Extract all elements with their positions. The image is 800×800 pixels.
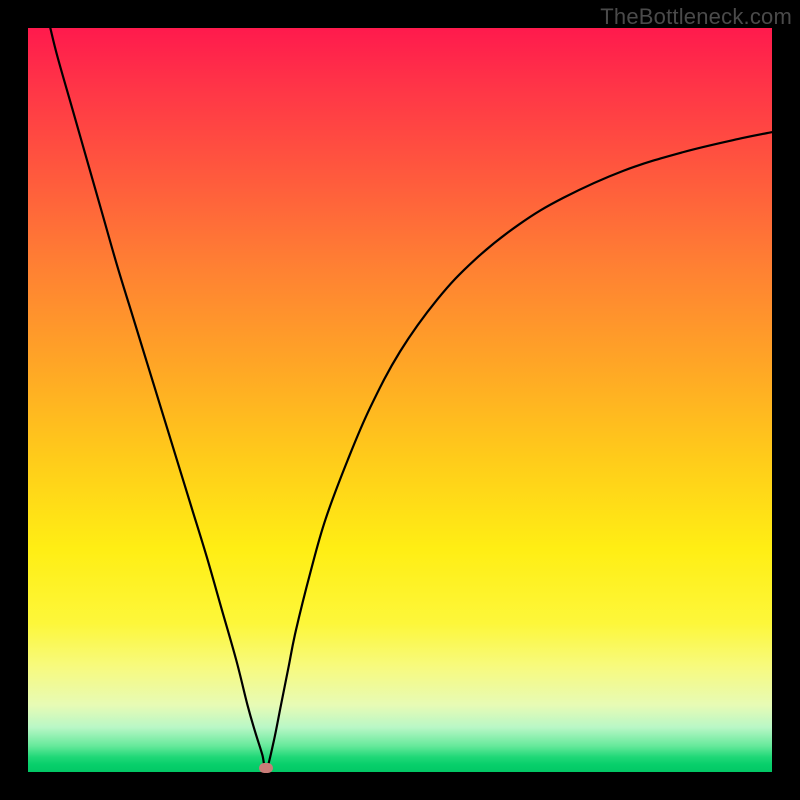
chart-frame: TheBottleneck.com <box>0 0 800 800</box>
chart-curve <box>28 28 772 772</box>
chart-minimum-marker <box>259 763 273 773</box>
chart-plot-area <box>28 28 772 772</box>
watermark-text: TheBottleneck.com <box>600 4 792 30</box>
